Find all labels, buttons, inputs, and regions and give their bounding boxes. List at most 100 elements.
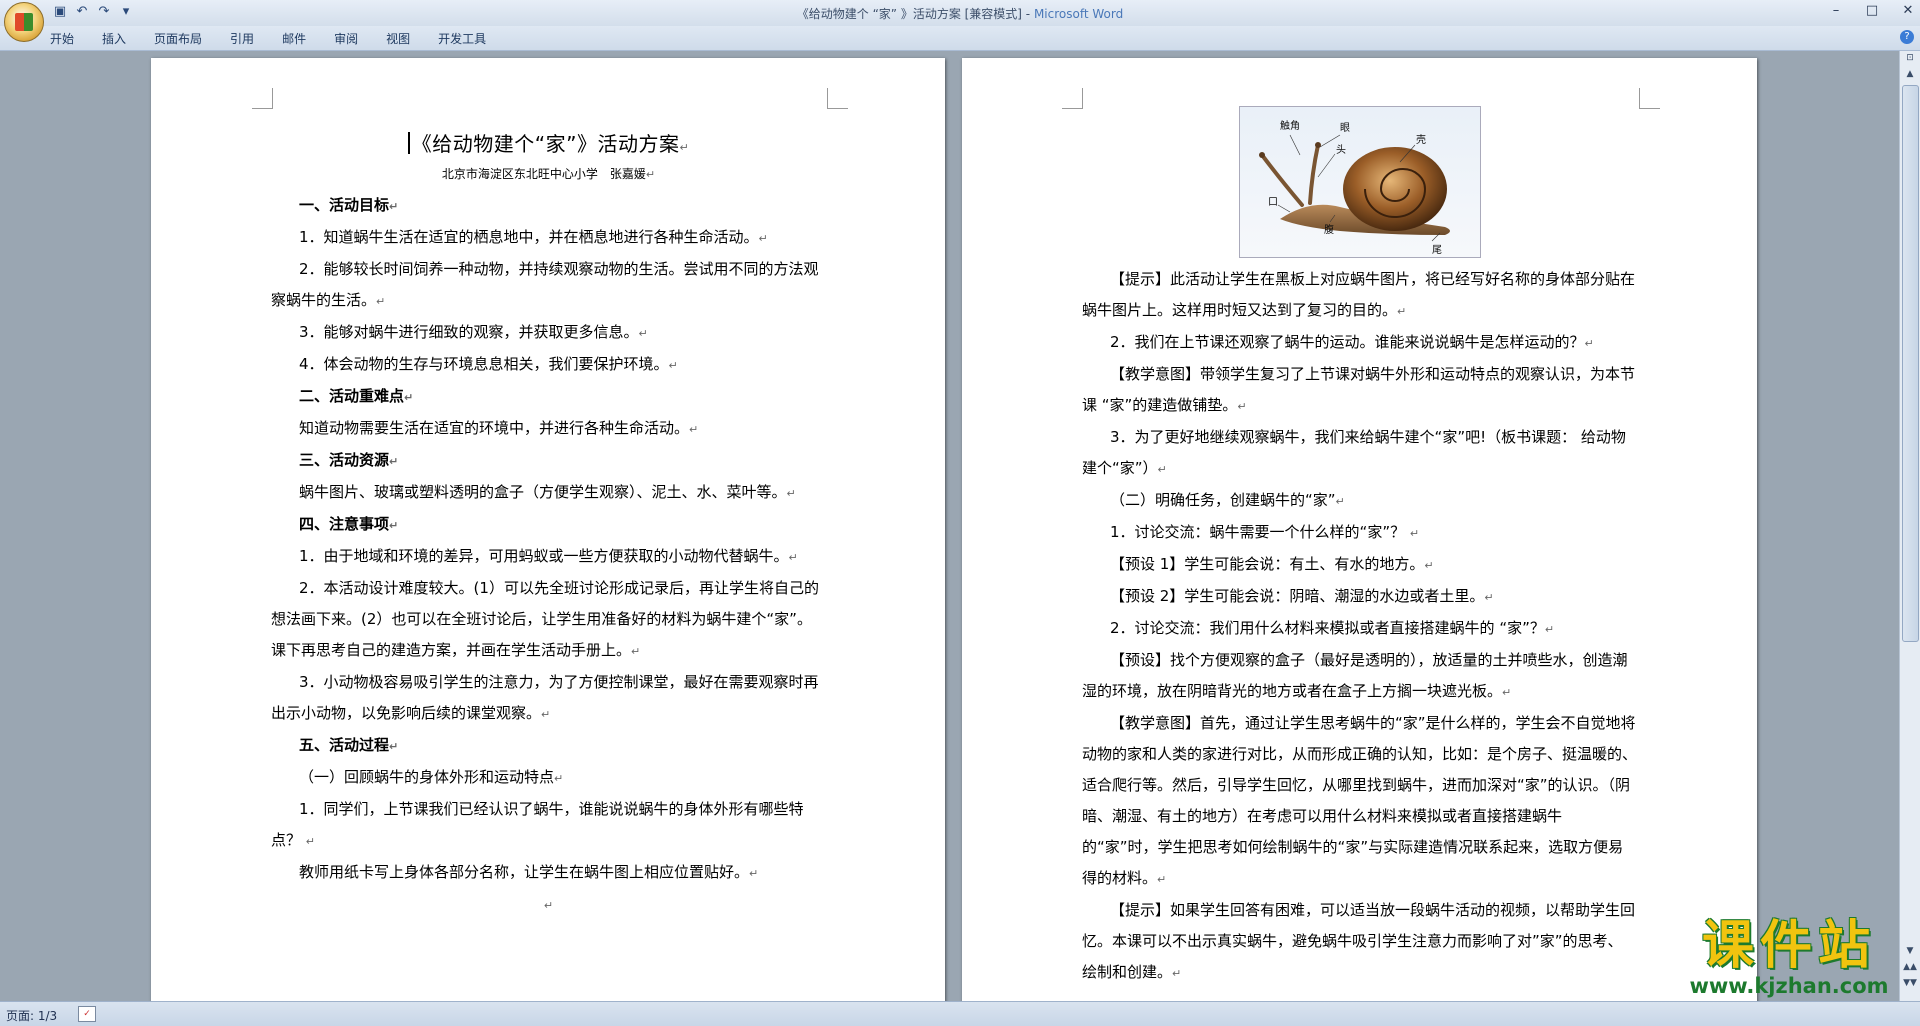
maximize-icon[interactable]: □ bbox=[1864, 3, 1880, 18]
page-1[interactable]: 《给动物建个“家”》活动方案 ↵ 北京市海淀区东北旺中心小学 张嘉媛↵ 一、活动目… bbox=[151, 58, 945, 1001]
paragraph: 【提示】如果学生回答有困难，可以适当放一段蜗牛活动的视频，以帮助学生回忆。本课可… bbox=[1082, 895, 1637, 989]
paragraph-text: 二、活动重难点 bbox=[299, 387, 405, 405]
tab-view[interactable]: 视图 bbox=[386, 30, 410, 47]
paragraph-text: 教师用纸卡写上身体各部分名称，让学生在蜗牛图上相应位置贴好。 bbox=[299, 863, 750, 881]
tab-home[interactable]: 开始 bbox=[50, 30, 74, 47]
section-heading: 三、活动资源↵ bbox=[271, 445, 826, 477]
paragraph: 【教学意图】带领学生复习了上节课对蜗牛外形和运动特点的观察认识，为本节课 “家”… bbox=[1082, 359, 1637, 422]
paragraph-text: 【预设 2】学生可能会说：阴暗、潮湿的水边或者土里。 bbox=[1110, 587, 1485, 605]
document-title-text: 《给动物建个“家”》活动方案 bbox=[411, 132, 680, 156]
paragraph: 3．能够对蜗牛进行细致的观察，并获取更多信息。↵ bbox=[271, 317, 826, 349]
page-1-content[interactable]: 《给动物建个“家”》活动方案 ↵ 北京市海淀区东北旺中心小学 张嘉媛↵ 一、活动目… bbox=[271, 128, 826, 921]
section-heading: 五、活动过程↵ bbox=[271, 730, 826, 762]
window-title-doc: 《给动物建个 “家” 》活动方案 [兼容模式] - bbox=[796, 7, 1034, 21]
paragraph-text: 五、活动过程 bbox=[299, 736, 390, 754]
paragraph-text: 1．由于地域和环境的差异，可用蚂蚁或一些方便获取的小动物代替蜗牛。 bbox=[299, 547, 789, 565]
margin-corner-mark bbox=[1639, 88, 1660, 109]
snail-image[interactable]: 触角 眼 头 壳 口 腹 尾 bbox=[1238, 106, 1481, 258]
office-button[interactable] bbox=[4, 2, 44, 42]
paragraph-text: 4．体会动物的生存与环境息息相关，我们要保护环境。 bbox=[299, 355, 669, 373]
help-icon[interactable]: ? bbox=[1900, 30, 1914, 44]
margin-corner-mark bbox=[1062, 88, 1083, 109]
paragraph: 【教学意图】首先，通过让学生思考蜗牛的“家”是什么样的，学生会不自觉地将动物的家… bbox=[1082, 708, 1637, 895]
paragraph-text: 知道动物需要生活在适宜的环境中，并进行各种生命活动。 bbox=[299, 419, 690, 437]
ribbon-tabs: 开始 插入 页面布局 引用 邮件 审阅 视图 开发工具 bbox=[0, 26, 1920, 51]
paragraph: 2．能够较长时间饲养一种动物，并持续观察动物的生活。尝试用不同的方法观察蜗牛的生… bbox=[271, 254, 826, 317]
paragraph-text: 2．本活动设计难度较大。(1）可以先全班讨论形成记录后，再让学生将自己的想法画下… bbox=[271, 579, 819, 659]
paragraph: 【预设 2】学生可能会说：阴暗、潮湿的水边或者土里。↵ bbox=[1082, 581, 1637, 613]
tab-page-layout[interactable]: 页面布局 bbox=[154, 30, 202, 47]
paragraph: 【提示】此活动让学生在黑板上对应蜗牛图片，将已经写好名称的身体部分贴在蜗牛图片上… bbox=[1082, 264, 1637, 327]
minimize-icon[interactable]: – bbox=[1828, 3, 1844, 18]
paragraph: 【预设 1】学生可能会说：有土、有水的地方。↵ bbox=[1082, 549, 1637, 581]
tab-references[interactable]: 引用 bbox=[230, 30, 254, 47]
paragraph: （二）明确任务，创建蜗牛的“家”↵ bbox=[1082, 485, 1637, 517]
document-author: 北京市海淀区东北旺中心小学 张嘉媛↵ bbox=[441, 167, 656, 181]
page-2-content[interactable]: 触角 眼 头 壳 口 腹 尾 【提示】此活动让学生在黑板上对应蜗牛图片，将已经写… bbox=[1082, 106, 1637, 989]
paragraph: 3．小动物极容易吸引学生的注意力，为了方便控制课堂，最好在需要观察时再出示小动物… bbox=[271, 667, 826, 730]
proofing-icon[interactable]: ✓ bbox=[78, 1006, 96, 1022]
paragraph: 教师用纸卡写上身体各部分名称，让学生在蜗牛图上相应位置贴好。↵ bbox=[271, 857, 826, 889]
paragraph-mark: ↵ bbox=[1424, 559, 1434, 572]
paragraph-mark: ↵ bbox=[1335, 495, 1345, 508]
paragraph-mark: ↵ bbox=[788, 551, 798, 564]
tab-mailings[interactable]: 邮件 bbox=[282, 30, 306, 47]
close-icon[interactable]: ✕ bbox=[1900, 3, 1916, 18]
page-2[interactable]: 触角 眼 头 壳 口 腹 尾 【提示】此活动让学生在黑板上对应蜗牛图片，将已经写… bbox=[962, 58, 1757, 1001]
scroll-up-icon[interactable]: ▲ bbox=[1902, 69, 1918, 83]
paragraph-mark: ↵ bbox=[749, 867, 759, 880]
left-paragraphs: 一、活动目标↵ 1．知道蜗牛生活在适宜的栖息地中，并在栖息地进行各种生命活动。↵ 2… bbox=[271, 190, 826, 921]
window-controls: – □ ✕ bbox=[1828, 3, 1916, 18]
document-area: 《给动物建个“家”》活动方案 ↵ 北京市海淀区东北旺中心小学 张嘉媛↵ 一、活动目… bbox=[0, 51, 1900, 1001]
tab-insert[interactable]: 插入 bbox=[102, 30, 126, 47]
paragraph-text: 【提示】此活动让学生在黑板上对应蜗牛图片，将已经写好名称的身体部分贴在蜗牛图片上… bbox=[1082, 270, 1636, 319]
paragraph: 蜗牛图片、玻璃或塑料透明的盒子（方便学生观察）、泥土、水、菜叶等。↵ bbox=[271, 477, 826, 509]
paragraph-text: 【预设 1】学生可能会说：有土、有水的地方。 bbox=[1110, 555, 1425, 573]
snail-label-head: 头 bbox=[1336, 144, 1346, 156]
paragraph: 2．我们在上节课还观察了蜗牛的运动。谁能来说说蜗牛是怎样运动的？↵ bbox=[1082, 327, 1637, 359]
snail-label-belly: 腹 bbox=[1324, 223, 1334, 236]
paragraph-mark: ↵ bbox=[758, 232, 768, 245]
paragraph: 2．本活动设计难度较大。(1）可以先全班讨论形成记录后，再让学生将自己的想法画下… bbox=[271, 573, 826, 667]
paragraph-mark: ↵ bbox=[1172, 967, 1182, 980]
scroll-thumb[interactable] bbox=[1902, 85, 1919, 642]
paragraph-text: 【预设】找个方便观察的盒子（最好是透明的），放适量的土并喷些水，创造潮湿的环境，… bbox=[1082, 651, 1628, 700]
paragraph: 【预设】找个方便观察的盒子（最好是透明的），放适量的土并喷些水，创造潮湿的环境，… bbox=[1082, 645, 1637, 708]
snail-label-shell: 壳 bbox=[1416, 133, 1426, 146]
ruler-toggle-icon[interactable]: ⊡ bbox=[1902, 53, 1918, 67]
section-heading: 一、活动目标↵ bbox=[271, 190, 826, 222]
paragraph-text: 2．能够较长时间饲养一种动物，并持续观察动物的生活。尝试用不同的方法观察蜗牛的生… bbox=[271, 260, 819, 309]
paragraph-text: 三、活动资源 bbox=[299, 451, 390, 469]
paragraph: 1．由于地域和环境的差异，可用蚂蚁或一些方便获取的小动物代替蜗牛。↵ bbox=[271, 541, 826, 573]
paragraph-mark: ↵ bbox=[404, 391, 414, 404]
paragraph-mark: ↵ bbox=[376, 295, 386, 308]
right-paragraphs: 【提示】此活动让学生在黑板上对应蜗牛图片，将已经写好名称的身体部分贴在蜗牛图片上… bbox=[1082, 264, 1637, 989]
paragraph-text: 一、活动目标 bbox=[299, 196, 390, 214]
snail-label-tail: 尾 bbox=[1432, 244, 1442, 256]
watermark-url: www.kjzhan.com bbox=[1689, 974, 1889, 998]
paragraph-mark: ↵ bbox=[305, 835, 315, 848]
paragraph-mark: ↵ bbox=[1502, 686, 1512, 699]
paragraph-text: 2．讨论交流：我们用什么材料来模拟或者直接搭建蜗牛的 “家”？ bbox=[1110, 619, 1545, 637]
paragraph: 1．讨论交流：蜗牛需要一个什么样的“家”？ ↵ bbox=[1082, 517, 1637, 549]
paragraph-mark: ↵ bbox=[1157, 463, 1167, 476]
page-count[interactable]: 页面: 1/3 bbox=[6, 1007, 57, 1024]
tab-developer[interactable]: 开发工具 bbox=[438, 30, 486, 47]
paragraph-text: 【提示】如果学生回答有困难，可以适当放一段蜗牛活动的视频，以帮助学生回忆。本课可… bbox=[1082, 901, 1636, 981]
paragraph-mark: ↵ bbox=[1397, 305, 1407, 318]
tab-review[interactable]: 审阅 bbox=[334, 30, 358, 47]
section-heading: 二、活动重难点↵ bbox=[271, 381, 826, 413]
paragraph-text: 3．能够对蜗牛进行细致的观察，并获取更多信息。 bbox=[299, 323, 639, 341]
vertical-scrollbar[interactable]: ⊡ ▲ ▼ ▲▲ ▼▼ bbox=[1899, 51, 1920, 1001]
office-logo-icon bbox=[15, 13, 33, 31]
snail-illustration: 触角 眼 头 壳 口 腹 尾 bbox=[1258, 119, 1450, 256]
paragraph-mark: ↵ bbox=[1544, 623, 1555, 636]
paragraph: 知道动物需要生活在适宜的环境中，并进行各种生命活动。↵ bbox=[271, 413, 826, 445]
paragraph-mark: ↵ bbox=[638, 327, 648, 340]
paragraph-mark: ↵ bbox=[389, 200, 399, 213]
snail-label-mouth: 口 bbox=[1268, 197, 1278, 208]
paragraph-text: 1．讨论交流：蜗牛需要一个什么样的“家”？ bbox=[1110, 523, 1410, 541]
paragraph: （一）回顾蜗牛的身体外形和运动特点↵ bbox=[271, 762, 826, 794]
paragraph-text: （一）回顾蜗牛的身体外形和运动特点 bbox=[299, 768, 555, 786]
paragraph-mark: ↵ bbox=[1484, 591, 1494, 604]
